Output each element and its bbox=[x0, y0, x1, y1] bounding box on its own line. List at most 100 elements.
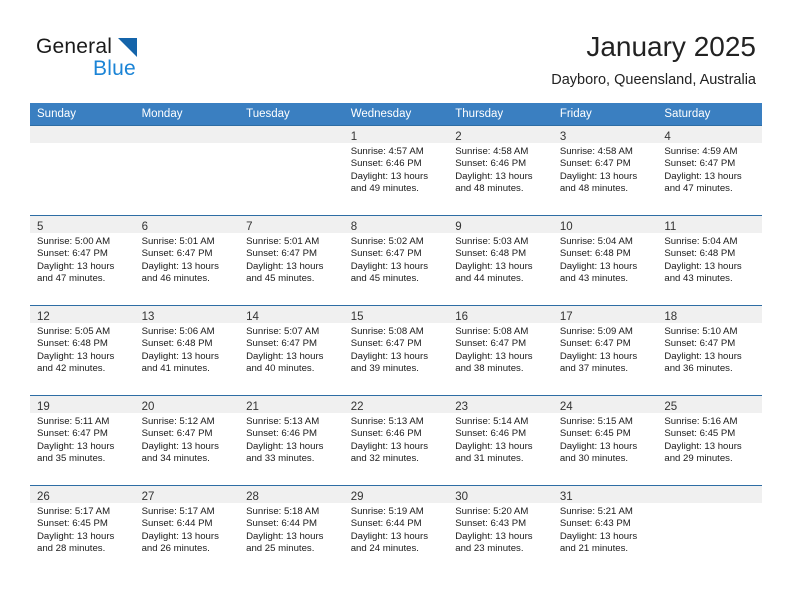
calendar-day-cell[interactable]: 22 Sunrise: 5:13 AM Sunset: 6:46 PM Dayligh… bbox=[343, 395, 449, 486]
title-block: January 2025 Dayboro, Queensland, Austra… bbox=[551, 30, 756, 90]
calendar-week-row: 1 Sunrise: 4:57 AM Sunset: 6:46 PM Daylight… bbox=[30, 125, 762, 216]
calendar-day-cell[interactable]: 8 Sunrise: 5:02 AM Sunset: 6:47 PM Daylight… bbox=[343, 215, 449, 306]
sunset-text: Sunset: 6:46 PM bbox=[350, 428, 422, 440]
calendar-day-cell[interactable]: 2 Sunrise: 4:58 AM Sunset: 6:46 PM Daylight… bbox=[448, 125, 553, 216]
calendar-day-cell[interactable]: 17 Sunrise: 5:09 AM Sunset: 6:47 PM Dayligh… bbox=[552, 305, 658, 396]
weekday-header-friday: Friday bbox=[552, 103, 658, 126]
calendar-day-cell[interactable]: 11 Sunrise: 5:04 AM Sunset: 6:48 PM Dayligh… bbox=[657, 215, 762, 306]
sunset-text: Sunset: 6:48 PM bbox=[455, 248, 527, 260]
calendar-day-cell[interactable]: 16 Sunrise: 5:08 AM Sunset: 6:47 PM Dayligh… bbox=[448, 305, 553, 396]
calendar-day-cell[interactable]: 28 Sunrise: 5:18 AM Sunset: 6:44 PM Dayligh… bbox=[239, 485, 344, 575]
calendar-day-cell[interactable]: 15 Sunrise: 5:08 AM Sunset: 6:47 PM Dayligh… bbox=[343, 305, 449, 396]
daylight-text-line2: and 31 minutes. bbox=[455, 453, 524, 465]
sunset-text: Sunset: 6:47 PM bbox=[246, 248, 318, 260]
calendar-day-cell[interactable] bbox=[30, 125, 135, 216]
day-sun-info: Sunrise: 5:08 AM Sunset: 6:47 PM Daylight:… bbox=[344, 323, 449, 376]
sunset-text: Sunset: 6:45 PM bbox=[664, 428, 736, 440]
daylight-text-line2: and 32 minutes. bbox=[350, 453, 419, 465]
day-number-bar: 16 bbox=[448, 306, 553, 323]
daylight-text-line1: Daylight: 13 hours bbox=[37, 260, 115, 272]
day-cell-content: 20 Sunrise: 5:12 AM Sunset: 6:47 PM Dayligh… bbox=[134, 396, 240, 485]
day-number-bar: 28 bbox=[239, 486, 344, 503]
day-number-bar: 26 bbox=[30, 486, 135, 503]
daylight-text-line1: Daylight: 13 hours bbox=[246, 350, 324, 362]
calendar-day-cell[interactable]: 23 Sunrise: 5:14 AM Sunset: 6:46 PM Dayligh… bbox=[448, 395, 553, 486]
calendar-day-cell[interactable]: 20 Sunrise: 5:12 AM Sunset: 6:47 PM Dayligh… bbox=[134, 395, 240, 486]
day-number: 10 bbox=[559, 221, 573, 233]
calendar-day-cell[interactable]: 4 Sunrise: 4:59 AM Sunset: 6:47 PM Daylight… bbox=[657, 125, 762, 216]
sunrise-text: Sunrise: 5:05 AM bbox=[37, 326, 111, 337]
sunset-text: Sunset: 6:48 PM bbox=[559, 248, 631, 260]
day-cell-content: 6 Sunrise: 5:01 AM Sunset: 6:47 PM Daylight… bbox=[134, 216, 240, 305]
day-number: 11 bbox=[664, 221, 677, 233]
calendar-day-cell[interactable]: 1 Sunrise: 4:57 AM Sunset: 6:46 PM Daylight… bbox=[343, 125, 449, 216]
day-number-bar: 6 bbox=[134, 216, 240, 233]
calendar-day-cell[interactable]: 21 Sunrise: 5:13 AM Sunset: 6:46 PM Dayligh… bbox=[239, 395, 344, 486]
weekday-header-monday: Monday bbox=[134, 103, 240, 126]
calendar-day-cell[interactable]: 5 Sunrise: 5:00 AM Sunset: 6:47 PM Daylight… bbox=[30, 215, 135, 306]
daylight-text-line2: and 42 minutes. bbox=[37, 363, 106, 375]
calendar-day-cell[interactable]: 12 Sunrise: 5:05 AM Sunset: 6:48 PM Dayligh… bbox=[30, 305, 135, 396]
day-number-bar: 2 bbox=[448, 126, 553, 143]
calendar-week-row: 26 Sunrise: 5:17 AM Sunset: 6:45 PM Dayligh… bbox=[30, 485, 762, 575]
day-number-bar: 12 bbox=[30, 306, 135, 323]
calendar-day-cell[interactable]: 30 Sunrise: 5:20 AM Sunset: 6:43 PM Dayligh… bbox=[448, 485, 553, 575]
calendar-day-cell[interactable]: 3 Sunrise: 4:58 AM Sunset: 6:47 PM Daylight… bbox=[552, 125, 658, 216]
sunrise-text: Sunrise: 5:06 AM bbox=[141, 326, 215, 337]
logo-triangle-icon bbox=[118, 38, 137, 57]
calendar-day-cell[interactable]: 9 Sunrise: 5:03 AM Sunset: 6:48 PM Daylight… bbox=[448, 215, 553, 306]
day-sun-info: Sunrise: 5:03 AM Sunset: 6:48 PM Daylight:… bbox=[448, 233, 553, 286]
calendar-day-cell[interactable] bbox=[239, 125, 344, 216]
day-cell-content: 21 Sunrise: 5:13 AM Sunset: 6:46 PM Dayligh… bbox=[239, 396, 344, 485]
general-blue-logo[interactable]: General Blue bbox=[36, 36, 266, 86]
day-cell-content: 5 Sunrise: 5:00 AM Sunset: 6:47 PM Daylight… bbox=[30, 216, 135, 305]
sunset-text: Sunset: 6:48 PM bbox=[664, 248, 736, 260]
calendar-day-cell[interactable]: 7 Sunrise: 5:01 AM Sunset: 6:47 PM Daylight… bbox=[239, 215, 344, 306]
daylight-text-line1: Daylight: 13 hours bbox=[141, 260, 219, 272]
calendar-day-cell[interactable]: 27 Sunrise: 5:17 AM Sunset: 6:44 PM Dayligh… bbox=[134, 485, 240, 575]
daylight-text-line2: and 35 minutes. bbox=[37, 453, 106, 465]
daylight-text-line2: and 33 minutes. bbox=[246, 453, 315, 465]
sunset-text: Sunset: 6:47 PM bbox=[559, 338, 631, 350]
day-number: 24 bbox=[559, 401, 573, 413]
daylight-text-line2: and 47 minutes. bbox=[37, 273, 106, 285]
calendar-day-cell[interactable]: 29 Sunrise: 5:19 AM Sunset: 6:44 PM Dayligh… bbox=[343, 485, 449, 575]
day-sun-info: Sunrise: 4:57 AM Sunset: 6:46 PM Daylight:… bbox=[344, 143, 449, 196]
daylight-text-line2: and 21 minutes. bbox=[559, 543, 629, 555]
daylight-text-line2: and 36 minutes. bbox=[664, 363, 733, 375]
calendar-day-cell[interactable]: 10 Sunrise: 5:04 AM Sunset: 6:48 PM Dayligh… bbox=[552, 215, 658, 306]
sunrise-text: Sunrise: 5:12 AM bbox=[141, 416, 215, 427]
day-number: 18 bbox=[664, 311, 678, 323]
day-sun-info: Sunrise: 5:09 AM Sunset: 6:47 PM Daylight:… bbox=[553, 323, 658, 376]
sunset-text: Sunset: 6:47 PM bbox=[664, 338, 736, 350]
daylight-text-line1: Daylight: 13 hours bbox=[559, 440, 638, 452]
day-cell-content: 8 Sunrise: 5:02 AM Sunset: 6:47 PM Daylight… bbox=[343, 216, 449, 305]
sunrise-text: Sunrise: 5:20 AM bbox=[455, 506, 529, 517]
sunrise-text: Sunrise: 5:17 AM bbox=[37, 506, 111, 517]
day-cell-content bbox=[239, 126, 344, 215]
calendar-day-cell[interactable]: 25 Sunrise: 5:16 AM Sunset: 6:45 PM Dayligh… bbox=[657, 395, 762, 486]
calendar-day-cell[interactable]: 14 Sunrise: 5:07 AM Sunset: 6:47 PM Dayligh… bbox=[239, 305, 344, 396]
daylight-text-line2: and 44 minutes. bbox=[455, 273, 524, 285]
calendar-week-row: 19 Sunrise: 5:11 AM Sunset: 6:47 PM Dayligh… bbox=[30, 395, 762, 486]
day-sun-info: Sunrise: 5:14 AM Sunset: 6:46 PM Daylight:… bbox=[448, 413, 553, 466]
sunset-text: Sunset: 6:47 PM bbox=[350, 338, 422, 350]
calendar-day-cell[interactable]: 24 Sunrise: 5:15 AM Sunset: 6:45 PM Dayligh… bbox=[552, 395, 658, 486]
calendar-day-cell[interactable]: 19 Sunrise: 5:11 AM Sunset: 6:47 PM Dayligh… bbox=[30, 395, 135, 486]
calendar-day-cell[interactable] bbox=[657, 485, 762, 575]
day-number-bar: 30 bbox=[448, 486, 553, 503]
day-cell-content: 11 Sunrise: 5:04 AM Sunset: 6:48 PM Dayligh… bbox=[657, 216, 762, 305]
calendar-day-cell[interactable]: 6 Sunrise: 5:01 AM Sunset: 6:47 PM Daylight… bbox=[134, 215, 240, 306]
daylight-text-line1: Daylight: 13 hours bbox=[246, 440, 324, 452]
calendar-day-cell[interactable]: 31 Sunrise: 5:21 AM Sunset: 6:43 PM Dayligh… bbox=[552, 485, 658, 575]
daylight-text-line2: and 47 minutes. bbox=[664, 183, 733, 195]
calendar-day-cell[interactable]: 26 Sunrise: 5:17 AM Sunset: 6:45 PM Dayligh… bbox=[30, 485, 135, 575]
sunrise-text: Sunrise: 5:17 AM bbox=[141, 506, 215, 517]
day-number-bar: 7 bbox=[239, 216, 344, 233]
calendar-day-cell[interactable] bbox=[134, 125, 240, 216]
calendar-day-cell[interactable]: 13 Sunrise: 5:06 AM Sunset: 6:48 PM Dayligh… bbox=[134, 305, 240, 396]
sunrise-text: Sunrise: 5:01 AM bbox=[141, 236, 215, 247]
day-cell-content: 22 Sunrise: 5:13 AM Sunset: 6:46 PM Dayligh… bbox=[343, 396, 449, 485]
day-cell-content: 28 Sunrise: 5:18 AM Sunset: 6:44 PM Dayligh… bbox=[239, 486, 344, 575]
calendar-day-cell[interactable]: 18 Sunrise: 5:10 AM Sunset: 6:47 PM Dayligh… bbox=[657, 305, 762, 396]
